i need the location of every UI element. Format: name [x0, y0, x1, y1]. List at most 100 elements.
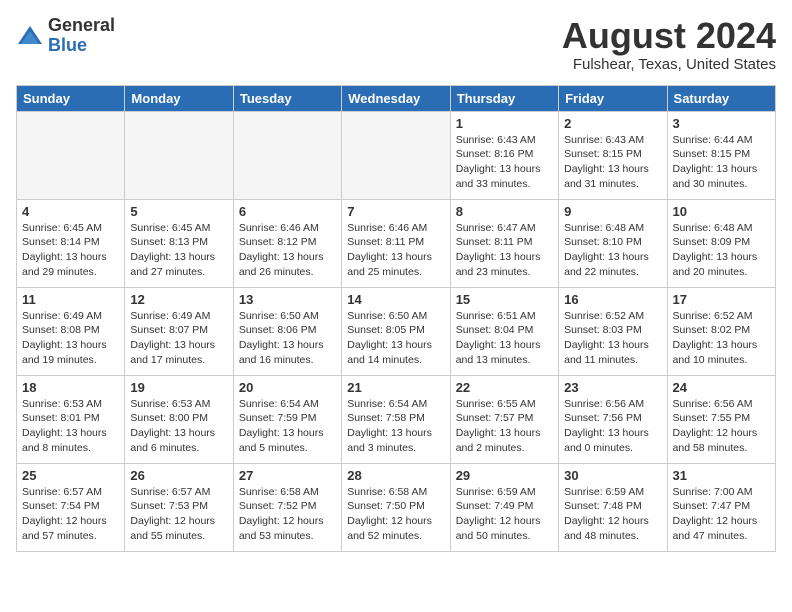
calendar-cell: 22Sunrise: 6:55 AM Sunset: 7:57 PM Dayli… — [450, 375, 558, 463]
day-info: Sunrise: 6:58 AM Sunset: 7:52 PM Dayligh… — [239, 485, 336, 544]
calendar-cell: 18 Sunrise: 6:53 AM Sunset: 8:01 PM Dayli… — [17, 375, 125, 463]
day-number: 26 — [130, 468, 227, 483]
week-row-4: 18 Sunrise: 6:53 AM Sunset: 8:01 PM Dayli… — [17, 375, 776, 463]
calendar-cell: 5Sunrise: 6:45 AM Sunset: 8:13 PM Daylig… — [125, 199, 233, 287]
day-number: 12 — [130, 292, 227, 307]
page-header: General Blue August 2024 Fulshear, Texas… — [16, 16, 776, 73]
calendar-cell: 1 Sunrise: 6:43 AM Sunset: 8:16 PM Daylig… — [450, 111, 558, 199]
logo-blue-text: Blue — [48, 35, 87, 55]
week-row-2: 4Sunrise: 6:45 AM Sunset: 8:14 PM Daylig… — [17, 199, 776, 287]
calendar-cell: 13 Sunrise: 6:50 AM Sunset: 8:06 PM Dayli… — [233, 287, 341, 375]
calendar-cell: 11Sunrise: 6:49 AM Sunset: 8:08 PM Dayli… — [17, 287, 125, 375]
calendar-cell — [17, 111, 125, 199]
calendar-cell: 9 Sunrise: 6:48 AM Sunset: 8:10 PM Daylig… — [559, 199, 667, 287]
calendar-cell: 17 Sunrise: 6:52 AM Sunset: 8:02 PM Dayli… — [667, 287, 775, 375]
day-number: 28 — [347, 468, 444, 483]
day-number: 11 — [22, 292, 119, 307]
day-info: Sunrise: 6:49 AM Sunset: 8:07 PM Dayligh… — [130, 309, 227, 368]
weekday-header-thursday: Thursday — [450, 85, 558, 111]
day-number: 22 — [456, 380, 553, 395]
day-info: Sunrise: 6:43 AM Sunset: 8:16 PM Dayligh… — [456, 133, 553, 192]
day-number: 20 — [239, 380, 336, 395]
day-number: 1 — [456, 116, 553, 131]
day-number: 9 — [564, 204, 661, 219]
day-info: Sunrise: 6:43 AM Sunset: 8:15 PM Dayligh… — [564, 133, 661, 192]
calendar-cell: 6Sunrise: 6:46 AM Sunset: 8:12 PM Daylig… — [233, 199, 341, 287]
day-number: 14 — [347, 292, 444, 307]
calendar-cell: 19 Sunrise: 6:53 AM Sunset: 8:00 PM Dayli… — [125, 375, 233, 463]
day-info: Sunrise: 6:51 AM Sunset: 8:04 PM Dayligh… — [456, 309, 553, 368]
calendar-cell: 26 Sunrise: 6:57 AM Sunset: 7:53 PM Dayli… — [125, 463, 233, 551]
day-info: Sunrise: 6:44 AM Sunset: 8:15 PM Dayligh… — [673, 133, 770, 192]
logo: General Blue — [16, 16, 115, 56]
calendar-cell: 10 Sunrise: 6:48 AM Sunset: 8:09 PM Dayli… — [667, 199, 775, 287]
day-number: 25 — [22, 468, 119, 483]
day-info: Sunrise: 6:48 AM Sunset: 8:10 PM Dayligh… — [564, 221, 661, 280]
day-number: 21 — [347, 380, 444, 395]
weekday-header-monday: Monday — [125, 85, 233, 111]
day-info: Sunrise: 6:53 AM Sunset: 8:00 PM Dayligh… — [130, 397, 227, 456]
day-number: 30 — [564, 468, 661, 483]
day-number: 23 — [564, 380, 661, 395]
day-info: Sunrise: 6:45 AM Sunset: 8:14 PM Dayligh… — [22, 221, 119, 280]
weekday-header-friday: Friday — [559, 85, 667, 111]
logo-general-text: General — [48, 15, 115, 35]
calendar-cell: 21 Sunrise: 6:54 AM Sunset: 7:58 PM Dayli… — [342, 375, 450, 463]
calendar-cell: 23 Sunrise: 6:56 AM Sunset: 7:56 PM Dayli… — [559, 375, 667, 463]
day-number: 7 — [347, 204, 444, 219]
day-number: 3 — [673, 116, 770, 131]
day-info: Sunrise: 6:57 AM Sunset: 7:53 PM Dayligh… — [130, 485, 227, 544]
weekday-header-tuesday: Tuesday — [233, 85, 341, 111]
calendar-cell: 20 Sunrise: 6:54 AM Sunset: 7:59 PM Dayli… — [233, 375, 341, 463]
day-info: Sunrise: 6:59 AM Sunset: 7:48 PM Dayligh… — [564, 485, 661, 544]
location: Fulshear, Texas, United States — [562, 56, 776, 73]
logo-icon — [16, 22, 44, 50]
calendar-cell — [125, 111, 233, 199]
weekday-header-sunday: Sunday — [17, 85, 125, 111]
calendar-cell: 14Sunrise: 6:50 AM Sunset: 8:05 PM Dayli… — [342, 287, 450, 375]
day-info: Sunrise: 6:54 AM Sunset: 7:59 PM Dayligh… — [239, 397, 336, 456]
day-info: Sunrise: 7:00 AM Sunset: 7:47 PM Dayligh… — [673, 485, 770, 544]
day-number: 18 — [22, 380, 119, 395]
weekday-header-wednesday: Wednesday — [342, 85, 450, 111]
calendar-cell: 30 Sunrise: 6:59 AM Sunset: 7:48 PM Dayli… — [559, 463, 667, 551]
day-number: 17 — [673, 292, 770, 307]
day-info: Sunrise: 6:54 AM Sunset: 7:58 PM Dayligh… — [347, 397, 444, 456]
day-info: Sunrise: 6:53 AM Sunset: 8:01 PM Dayligh… — [22, 397, 119, 456]
calendar-cell: 28 Sunrise: 6:58 AM Sunset: 7:50 PM Dayli… — [342, 463, 450, 551]
day-info: Sunrise: 6:46 AM Sunset: 8:11 PM Dayligh… — [347, 221, 444, 280]
day-number: 24 — [673, 380, 770, 395]
calendar-table: SundayMondayTuesdayWednesdayThursdayFrid… — [16, 85, 776, 552]
month-title: August 2024 — [562, 16, 776, 56]
day-number: 27 — [239, 468, 336, 483]
day-info: Sunrise: 6:48 AM Sunset: 8:09 PM Dayligh… — [673, 221, 770, 280]
day-number: 15 — [456, 292, 553, 307]
day-info: Sunrise: 6:50 AM Sunset: 8:06 PM Dayligh… — [239, 309, 336, 368]
day-info: Sunrise: 6:59 AM Sunset: 7:49 PM Dayligh… — [456, 485, 553, 544]
calendar-cell: 7 Sunrise: 6:46 AM Sunset: 8:11 PM Daylig… — [342, 199, 450, 287]
calendar-cell: 2Sunrise: 6:43 AM Sunset: 8:15 PM Daylig… — [559, 111, 667, 199]
day-info: Sunrise: 6:56 AM Sunset: 7:55 PM Dayligh… — [673, 397, 770, 456]
week-row-3: 11Sunrise: 6:49 AM Sunset: 8:08 PM Dayli… — [17, 287, 776, 375]
weekday-header-saturday: Saturday — [667, 85, 775, 111]
day-info: Sunrise: 6:58 AM Sunset: 7:50 PM Dayligh… — [347, 485, 444, 544]
calendar-cell: 29 Sunrise: 6:59 AM Sunset: 7:49 PM Dayli… — [450, 463, 558, 551]
day-number: 19 — [130, 380, 227, 395]
day-number: 13 — [239, 292, 336, 307]
day-number: 8 — [456, 204, 553, 219]
calendar-cell: 8Sunrise: 6:47 AM Sunset: 8:11 PM Daylig… — [450, 199, 558, 287]
day-number: 29 — [456, 468, 553, 483]
day-info: Sunrise: 6:56 AM Sunset: 7:56 PM Dayligh… — [564, 397, 661, 456]
calendar-cell — [233, 111, 341, 199]
week-row-1: 1 Sunrise: 6:43 AM Sunset: 8:16 PM Daylig… — [17, 111, 776, 199]
calendar-cell: 3 Sunrise: 6:44 AM Sunset: 8:15 PM Daylig… — [667, 111, 775, 199]
weekday-header-row: SundayMondayTuesdayWednesdayThursdayFrid… — [17, 85, 776, 111]
calendar-cell: 16Sunrise: 6:52 AM Sunset: 8:03 PM Dayli… — [559, 287, 667, 375]
calendar-cell: 15 Sunrise: 6:51 AM Sunset: 8:04 PM Dayli… — [450, 287, 558, 375]
day-number: 10 — [673, 204, 770, 219]
calendar-cell — [342, 111, 450, 199]
calendar-cell: 4Sunrise: 6:45 AM Sunset: 8:14 PM Daylig… — [17, 199, 125, 287]
calendar-cell: 31Sunrise: 7:00 AM Sunset: 7:47 PM Dayli… — [667, 463, 775, 551]
day-info: Sunrise: 6:52 AM Sunset: 8:02 PM Dayligh… — [673, 309, 770, 368]
week-row-5: 25Sunrise: 6:57 AM Sunset: 7:54 PM Dayli… — [17, 463, 776, 551]
